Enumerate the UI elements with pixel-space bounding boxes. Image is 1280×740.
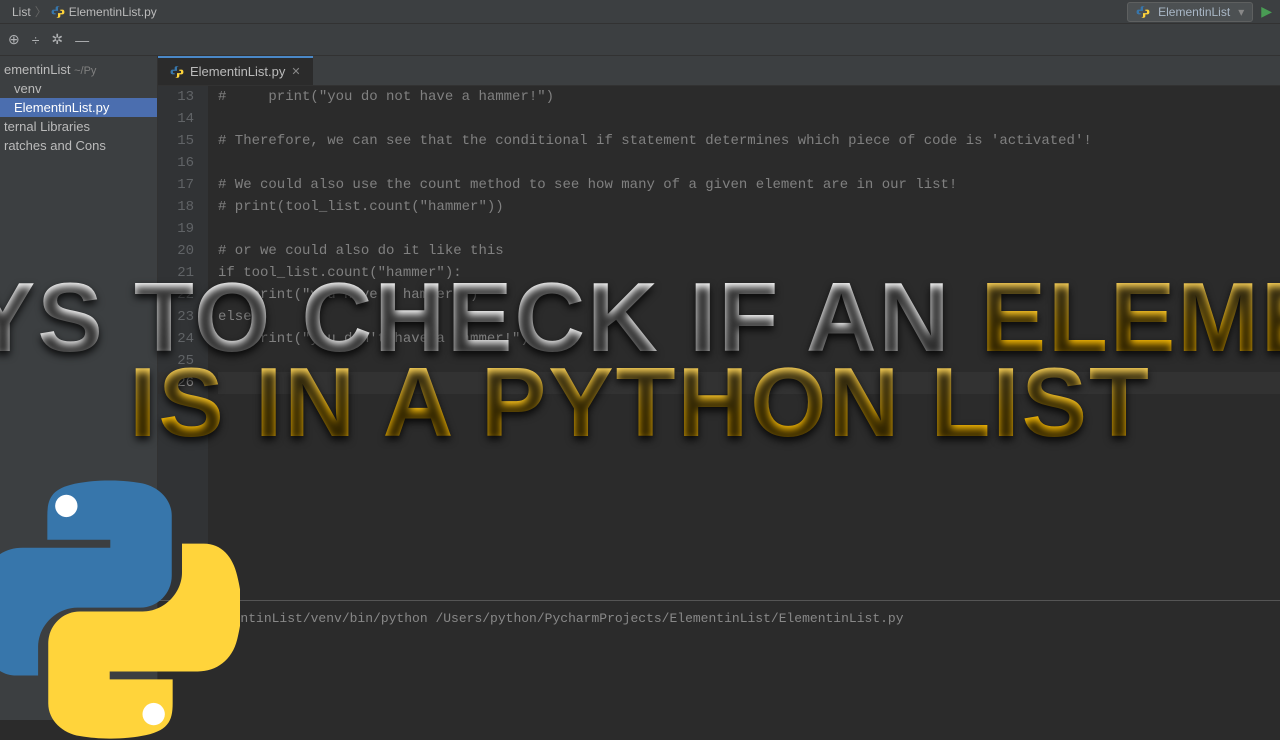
sidebar-item-venv[interactable]: venv [0, 79, 157, 98]
close-icon[interactable]: ✕ [291, 65, 300, 78]
console-exit-code: de 0 [178, 656, 1260, 671]
run-configuration-selector[interactable]: ElementinList ▾ [1127, 2, 1253, 22]
collapse-icon[interactable]: ÷ [32, 32, 40, 48]
python-file-icon [51, 5, 65, 19]
project-toolbar: ⊕ ÷ ✲ — [0, 24, 1280, 56]
project-root[interactable]: ementinList ~/Py [0, 60, 157, 79]
breadcrumb-file[interactable]: ElementinList.py [47, 5, 161, 19]
sidebar-item-libraries[interactable]: ternal Libraries [0, 117, 157, 136]
editor-tab-bar: ElementinList.py ✕ [158, 56, 1280, 86]
python-file-icon [170, 65, 184, 79]
tab-label: ElementinList.py [190, 64, 285, 79]
dropdown-icon: ▾ [1238, 5, 1244, 19]
breadcrumb-root[interactable]: List [8, 5, 35, 19]
editor-tab[interactable]: ElementinList.py ✕ [158, 56, 313, 85]
sidebar-item-scratches[interactable]: ratches and Cons [0, 136, 157, 155]
run-console[interactable]: ts/ElementinList/venv/bin/python /Users/… [158, 600, 1280, 720]
sidebar-item-file[interactable]: ElementinList.py [0, 98, 157, 117]
breadcrumb-bar: List 〉 ElementinList.py ElementinList ▾ … [0, 0, 1280, 24]
console-command: ts/ElementinList/venv/bin/python /Users/… [178, 611, 1260, 626]
chevron-right-icon: 〉 [35, 3, 47, 20]
code-content[interactable]: # print("you do not have a hammer!") # T… [208, 86, 1280, 600]
hide-icon[interactable]: — [75, 32, 89, 48]
code-editor[interactable]: 1314151617181920212223242526 # print("yo… [158, 86, 1280, 600]
editor-area: ElementinList.py ✕ 131415161718192021222… [158, 56, 1280, 720]
breadcrumb-file-label: ElementinList.py [69, 5, 157, 19]
run-button[interactable]: ▶ [1261, 3, 1272, 20]
gear-icon[interactable]: ✲ [51, 31, 63, 48]
project-name: ementinList [4, 62, 70, 77]
target-icon[interactable]: ⊕ [8, 31, 20, 48]
project-path: ~/Py [74, 65, 96, 77]
python-icon [1136, 5, 1150, 19]
python-logo-icon [0, 480, 240, 740]
run-config-label: ElementinList [1158, 5, 1230, 19]
